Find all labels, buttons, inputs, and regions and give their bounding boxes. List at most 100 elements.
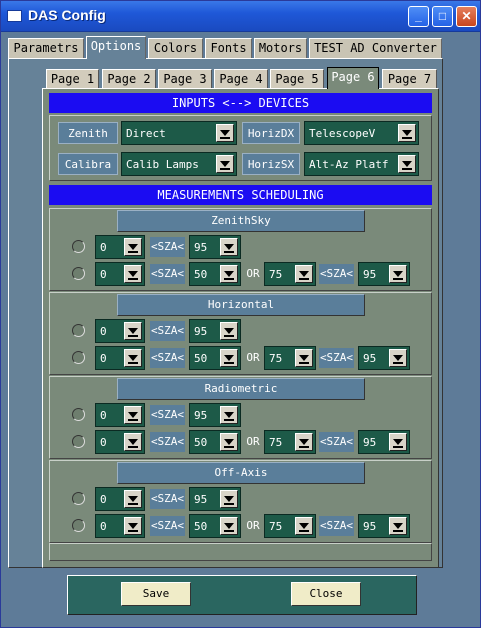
chevron-down-icon[interactable] xyxy=(124,490,142,508)
horizontal-row1-min-select[interactable]: 0 xyxy=(95,319,145,343)
radiometric-row1-max-select[interactable]: 95 xyxy=(189,403,241,427)
chevron-down-icon[interactable] xyxy=(220,406,238,424)
chevron-down-icon[interactable] xyxy=(398,155,416,173)
chevron-down-icon[interactable] xyxy=(124,349,142,367)
radiometric-row1-radio[interactable] xyxy=(72,408,85,421)
zenithsky-row2-min-select[interactable]: 0 xyxy=(95,262,145,286)
radiometric-row2-radio[interactable] xyxy=(72,435,85,448)
chevron-down-icon[interactable] xyxy=(220,265,238,283)
horizontal-row2-min-select[interactable]: 0 xyxy=(95,346,145,370)
chevron-down-icon[interactable] xyxy=(389,265,407,283)
title-bar[interactable]: DAS Config _ □ ✕ xyxy=(1,1,480,32)
off-axis-row2-min-select[interactable]: 0 xyxy=(95,514,145,538)
radiometric-row2-or-select-value: 75 xyxy=(269,436,283,449)
chevron-down-icon[interactable] xyxy=(295,433,313,451)
zenithsky-row2-sza-label-2: <SZA< xyxy=(319,264,354,284)
chevron-down-icon[interactable] xyxy=(216,124,234,142)
radiometric-title: Radiometric xyxy=(117,378,365,400)
zenithsky-row1-max-select[interactable]: 95 xyxy=(189,235,241,259)
chevron-down-icon[interactable] xyxy=(220,238,238,256)
chevron-down-icon[interactable] xyxy=(220,490,238,508)
radiometric-row2-sza-label: <SZA< xyxy=(150,432,185,452)
calibra-device-select[interactable]: Calib Lamps xyxy=(121,152,237,176)
zenith-device-select[interactable]: Direct xyxy=(121,121,237,145)
chevron-down-icon[interactable] xyxy=(398,124,416,142)
horizsx-device-select[interactable]: Alt-Az Platf xyxy=(304,152,419,176)
tab-colors[interactable]: Colors xyxy=(148,38,203,58)
tab-parametrs[interactable]: Parametrs xyxy=(8,38,84,58)
radiometric-row2-or-select[interactable]: 75 xyxy=(264,430,316,454)
tab-page-4[interactable]: Page 4 xyxy=(214,69,268,89)
horizontal-row2-or-label: OR xyxy=(246,351,260,364)
horizdx-device-select[interactable]: TelescopeV xyxy=(304,121,419,145)
zenithsky-row2-or-select[interactable]: 75 xyxy=(264,262,316,286)
close-icon: ✕ xyxy=(461,9,472,23)
chevron-down-icon[interactable] xyxy=(124,433,142,451)
close-button[interactable]: Close xyxy=(291,582,361,606)
chevron-down-icon[interactable] xyxy=(389,349,407,367)
zenithsky-row1-radio[interactable] xyxy=(72,240,85,253)
horizontal-row2-mid-select[interactable]: 50 xyxy=(189,346,241,370)
bottom-strip xyxy=(49,543,432,561)
horizontal-row1-max-select-value: 95 xyxy=(194,325,208,338)
radiometric-row2-max-select[interactable]: 95 xyxy=(358,430,410,454)
horizontal-row1-max-select[interactable]: 95 xyxy=(189,319,241,343)
horizontal-row2-max-select[interactable]: 95 xyxy=(358,346,410,370)
chevron-down-icon[interactable] xyxy=(124,406,142,424)
horizontal-row2-or-select[interactable]: 75 xyxy=(264,346,316,370)
chevron-down-icon[interactable] xyxy=(295,517,313,535)
tab-options[interactable]: Options xyxy=(86,36,146,59)
off-axis-row1-max-select[interactable]: 95 xyxy=(189,487,241,511)
tab-page-5[interactable]: Page 5 xyxy=(270,69,324,89)
chevron-down-icon[interactable] xyxy=(295,349,313,367)
zenithsky-row2-mid-select[interactable]: 50 xyxy=(189,262,241,286)
zenithsky-title: ZenithSky xyxy=(117,210,365,232)
chevron-down-icon[interactable] xyxy=(295,265,313,283)
off-axis-row2-or-select[interactable]: 75 xyxy=(264,514,316,538)
off-axis-row2-max-select[interactable]: 95 xyxy=(358,514,410,538)
tab-page-1[interactable]: Page 1 xyxy=(46,69,99,89)
zenithsky-row2-radio[interactable] xyxy=(72,267,85,280)
tab-motors[interactable]: Motors xyxy=(254,38,307,58)
chevron-down-icon[interactable] xyxy=(124,517,142,535)
maximize-button[interactable]: □ xyxy=(432,6,453,27)
save-button[interactable]: Save xyxy=(121,582,191,606)
horizontal-row2-radio[interactable] xyxy=(72,351,85,364)
off-axis-row2-sza-label: <SZA< xyxy=(150,516,185,536)
measurements-scheduling-header: MEASUREMENTS SCHEDULING xyxy=(49,185,432,205)
tab-page-3[interactable]: Page 3 xyxy=(158,69,212,89)
radiometric-row2-mid-select[interactable]: 50 xyxy=(189,430,241,454)
chevron-down-icon[interactable] xyxy=(216,155,234,173)
minimize-button[interactable]: _ xyxy=(408,6,429,27)
tab-test-ad-converter[interactable]: TEST AD Converter xyxy=(309,38,442,58)
off-axis-row2-min-select-value: 0 xyxy=(100,520,107,533)
horizontal-row2-min-select-value: 0 xyxy=(100,352,107,365)
zenithsky-row2-or-label: OR xyxy=(246,267,260,280)
tab-page-6[interactable]: Page 6 xyxy=(327,67,379,89)
chevron-down-icon[interactable] xyxy=(124,322,142,340)
off-axis-row1-min-select[interactable]: 0 xyxy=(95,487,145,511)
horizontal-row1-radio[interactable] xyxy=(72,324,85,337)
off-axis-row2-radio[interactable] xyxy=(72,519,85,532)
zenith-label: Zenith xyxy=(58,122,118,144)
chevron-down-icon[interactable] xyxy=(220,517,238,535)
tab-page-7[interactable]: Page 7 xyxy=(382,69,437,89)
zenithsky-row1-min-select[interactable]: 0 xyxy=(95,235,145,259)
radiometric-row1-min-select[interactable]: 0 xyxy=(95,403,145,427)
chevron-down-icon[interactable] xyxy=(124,265,142,283)
close-window-button[interactable]: ✕ xyxy=(456,6,477,27)
zenithsky-row2-or-select-value: 75 xyxy=(269,268,283,281)
chevron-down-icon[interactable] xyxy=(389,433,407,451)
zenithsky-row2-max-select[interactable]: 95 xyxy=(358,262,410,286)
off-axis-row1-radio[interactable] xyxy=(72,492,85,505)
chevron-down-icon[interactable] xyxy=(124,238,142,256)
chevron-down-icon[interactable] xyxy=(220,349,238,367)
off-axis-row2-mid-select[interactable]: 50 xyxy=(189,514,241,538)
chevron-down-icon[interactable] xyxy=(389,517,407,535)
chevron-down-icon[interactable] xyxy=(220,322,238,340)
tab-fonts[interactable]: Fonts xyxy=(205,38,252,58)
radiometric-row2-min-select[interactable]: 0 xyxy=(95,430,145,454)
zenithsky-row2-min-select-value: 0 xyxy=(100,268,107,281)
chevron-down-icon[interactable] xyxy=(220,433,238,451)
tab-page-2[interactable]: Page 2 xyxy=(102,69,156,89)
